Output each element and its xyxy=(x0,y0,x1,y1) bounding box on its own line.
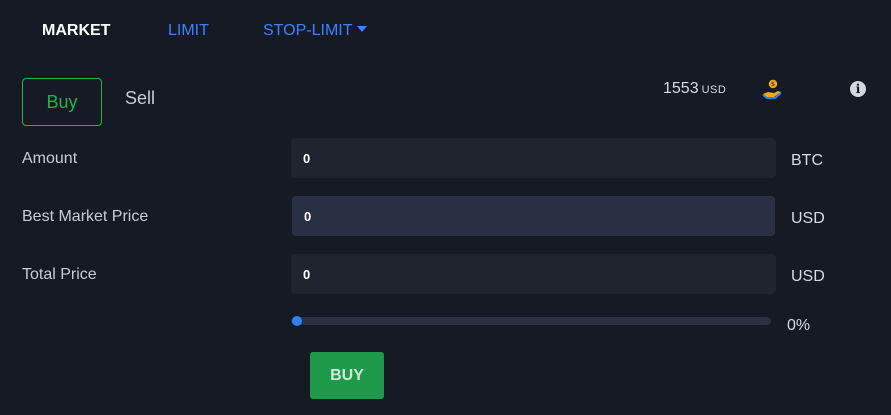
total-price-value: 0 xyxy=(303,266,311,282)
sell-side-button[interactable]: Sell xyxy=(125,88,155,109)
percent-slider-track[interactable] xyxy=(291,317,771,325)
percent-value: 0% xyxy=(787,317,811,334)
sell-side-label: Sell xyxy=(125,88,156,108)
percent-slider-handle[interactable] xyxy=(292,316,302,326)
buy-side-label: Buy xyxy=(46,91,78,112)
buy-side-button[interactable]: Buy xyxy=(22,78,102,126)
tab-market[interactable]: MARKET xyxy=(42,22,110,40)
balance-currency: USD xyxy=(701,84,727,96)
tab-limit[interactable]: LIMIT xyxy=(168,22,209,40)
total-price-unit: USD xyxy=(791,268,825,285)
info-icon[interactable]: i xyxy=(850,81,866,97)
tab-stop-limit-label: STOP-LIMIT xyxy=(263,22,353,39)
buy-submit-button[interactable]: BUY xyxy=(310,352,384,399)
best-market-price-input[interactable]: 0 xyxy=(292,196,775,236)
total-price-label: Total Price xyxy=(22,266,97,283)
amount-label: Amount xyxy=(22,150,78,167)
caret-down-icon xyxy=(356,25,367,32)
amount-value: 0 xyxy=(303,150,311,166)
amount-unit: BTC xyxy=(791,152,823,169)
balance-amount: 1553 xyxy=(663,80,699,97)
order-panel: MARKET LIMIT STOP-LIMIT Buy Sell 1553 USD… xyxy=(0,0,891,415)
coin-hand-icon: $ xyxy=(762,79,782,99)
total-price-input[interactable]: 0 xyxy=(291,254,776,294)
balance-display: 1553 USD xyxy=(663,80,726,98)
tab-stop-limit[interactable]: STOP-LIMIT xyxy=(263,22,367,40)
buy-submit-label: BUY xyxy=(330,366,364,384)
best-market-price-label: Best Market Price xyxy=(22,208,149,225)
amount-input[interactable]: 0 xyxy=(291,138,776,178)
best-market-price-unit: USD xyxy=(791,210,825,227)
best-market-price-value: 0 xyxy=(304,208,312,224)
svg-text:$: $ xyxy=(771,81,775,88)
